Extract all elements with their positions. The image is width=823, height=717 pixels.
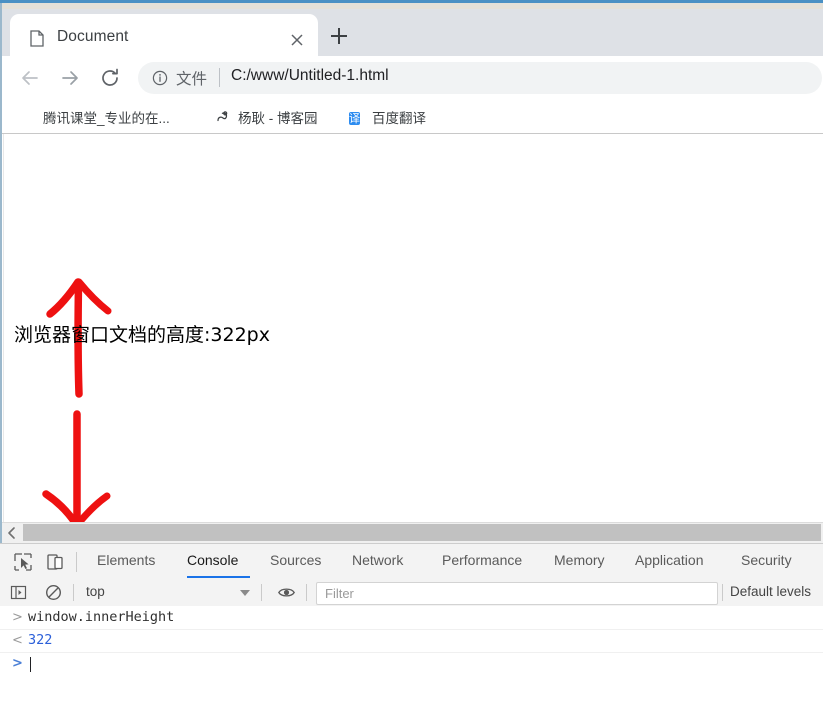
bookmark-label: 百度翻译 [372, 110, 426, 126]
inspect-element-icon[interactable] [12, 551, 34, 573]
toolbar-separator [722, 584, 723, 601]
reload-icon[interactable] [98, 66, 122, 90]
document-icon [30, 30, 44, 47]
text-cursor [30, 657, 31, 672]
red-arrow-down [42, 410, 111, 528]
address-bar-separator [219, 68, 220, 87]
devtools-panel: Elements Console Sources Network Perform… [0, 543, 823, 717]
forward-arrow-icon[interactable] [58, 66, 82, 90]
console-context-selector[interactable]: top [86, 584, 105, 599]
address-bar[interactable]: 文件 C:/www/Untitled-1.html [138, 62, 822, 94]
devtools-tab-sources[interactable]: Sources [270, 552, 321, 568]
viewport-left-edge [3, 134, 4, 522]
cnblogs-icon [215, 109, 231, 125]
console-levels-selector[interactable]: Default levels [730, 584, 811, 599]
baidu-translate-icon: 译 [349, 109, 365, 125]
scroll-left-arrow-icon[interactable] [2, 523, 23, 543]
console-result-value: 322 [28, 632, 53, 648]
address-bar-url: C:/www/Untitled-1.html [231, 67, 389, 84]
navigation-toolbar: 文件 C:/www/Untitled-1.html [2, 56, 823, 100]
console-filter-input[interactable]: Filter [316, 582, 718, 605]
devtools-icon-separator [76, 552, 77, 572]
devtools-tab-console[interactable]: Console [187, 552, 238, 568]
toolbar-separator [261, 584, 262, 601]
console-result-row[interactable]: < 322 [0, 629, 823, 653]
live-expression-eye-icon[interactable] [277, 583, 296, 602]
console-prompt-marker: > [12, 656, 23, 671]
baidu-translate-glyph: 译 [349, 111, 360, 125]
devtools-tab-application[interactable]: Application [635, 552, 704, 568]
bookmark-cnblogs[interactable]: 杨耿 - 博客园 [215, 104, 318, 129]
close-icon[interactable] [287, 30, 307, 50]
toolbar-separator [73, 584, 74, 601]
console-output-marker: < [12, 633, 23, 648]
page-body-text: 浏览器窗口文档的高度:322px [14, 324, 270, 346]
devtools-tab-security[interactable]: Security [741, 552, 792, 568]
browser-window: Document 文件 C:/www/Untitled-1.html 腾讯课堂_… [0, 0, 823, 717]
console-prompt-row[interactable]: > [0, 652, 823, 675]
console-input-row[interactable]: > window.innerHeight [0, 606, 823, 630]
tencent-classroom-icon [20, 109, 36, 125]
horizontal-scrollbar[interactable] [2, 522, 823, 543]
devtools-tabbar: Elements Console Sources Network Perform… [0, 544, 823, 580]
tab-title: Document [57, 28, 129, 45]
clear-console-icon[interactable] [44, 583, 63, 602]
back-arrow-icon[interactable] [18, 66, 42, 90]
console-command-text: window.innerHeight [28, 609, 175, 625]
address-bar-scheme: 文件 [176, 71, 208, 88]
devtools-tab-elements[interactable]: Elements [97, 552, 155, 568]
toolbar-separator [306, 584, 307, 601]
console-toolbar: top Filter Default levels [0, 579, 823, 607]
bookmark-tencent-classroom[interactable]: 腾讯课堂_专业的在... [20, 104, 170, 129]
info-circle-icon[interactable] [152, 70, 168, 86]
active-tab-underline [187, 576, 250, 578]
bookmark-baidu-translate[interactable]: 译 百度翻译 [349, 104, 426, 129]
console-sidebar-icon[interactable] [9, 583, 28, 602]
console-output: > window.innerHeight < 322 > [0, 606, 823, 717]
bookmarks-bar: 腾讯课堂_专业的在... 杨耿 - 博客园 译 百度翻译 [2, 100, 823, 134]
devtools-tab-memory[interactable]: Memory [554, 552, 605, 568]
page-viewport: 浏览器窗口文档的高度:322px [2, 134, 823, 522]
new-tab-button[interactable] [328, 25, 350, 47]
filter-placeholder: Filter [325, 586, 354, 601]
tab-strip: Document [2, 9, 823, 56]
bookmark-label: 杨耿 - 博客园 [238, 110, 318, 126]
devtools-tab-performance[interactable]: Performance [442, 552, 522, 568]
browser-tab-document[interactable]: Document [10, 14, 318, 56]
bookmark-label: 腾讯课堂_专业的在... [43, 110, 170, 126]
console-input-marker: > [12, 610, 23, 625]
chevron-down-icon[interactable] [240, 590, 250, 596]
scrollbar-thumb[interactable] [23, 524, 821, 541]
device-toolbar-icon[interactable] [44, 551, 66, 573]
devtools-tab-network[interactable]: Network [352, 552, 403, 568]
